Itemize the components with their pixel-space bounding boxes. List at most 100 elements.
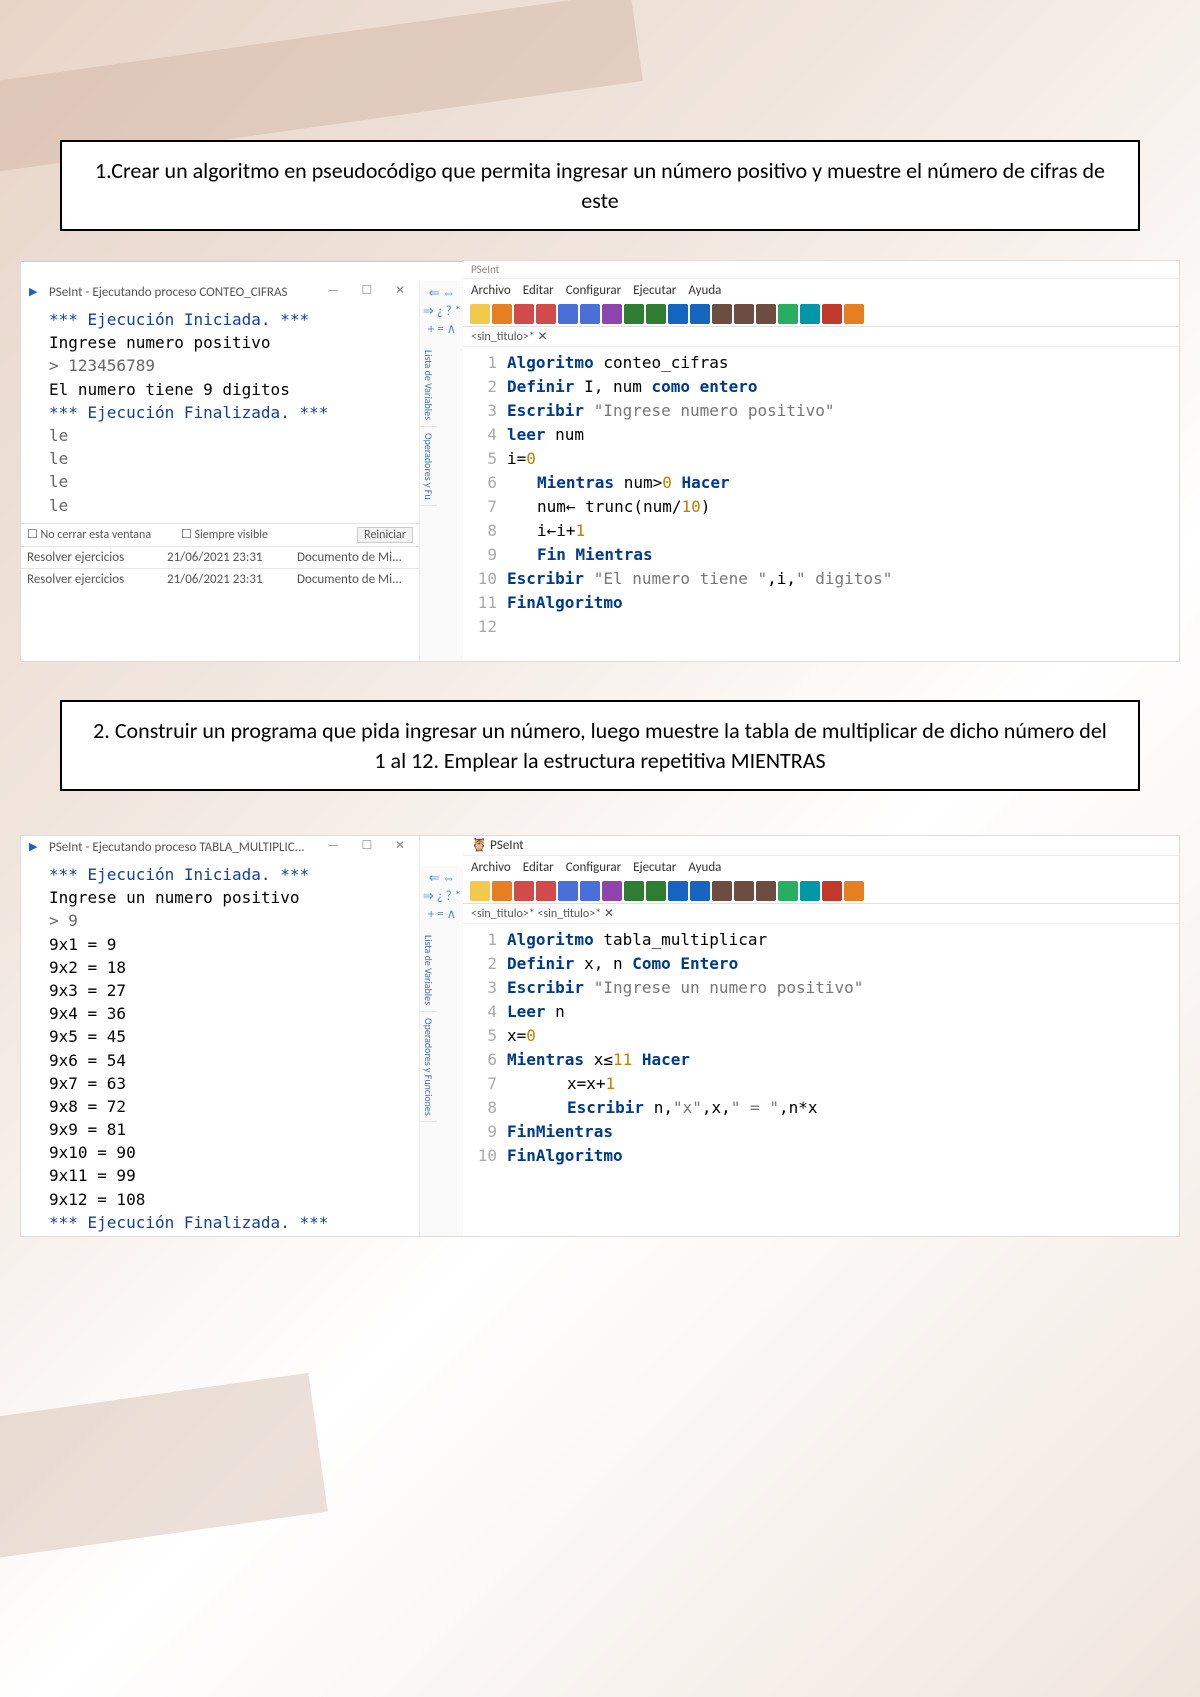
toolbar-icon[interactable] [602, 881, 622, 901]
menu-item-editar[interactable]: Editar [523, 860, 554, 875]
menu-item-ayuda[interactable]: Ayuda [688, 283, 721, 298]
toolbar-icon[interactable] [470, 881, 490, 901]
toolbar-icon[interactable] [778, 881, 798, 901]
code-line: 5i=0 [469, 447, 1179, 471]
toolbar-icon[interactable] [756, 881, 776, 901]
toolbar-icon[interactable] [800, 881, 820, 901]
console-line: Ingrese numero positivo [49, 331, 411, 354]
console-line: 9x12 = 108 [49, 1188, 411, 1211]
toolbar-icon[interactable] [646, 881, 666, 901]
toolbar-icon[interactable] [690, 304, 710, 324]
side-operator-icons[interactable]: ⇐ ⇔ ⇒ ¿ ? * + = ∧ [420, 866, 464, 929]
window-controls[interactable]: — ☐ ✕ [328, 838, 415, 853]
code-line: 1Algoritmo tabla_multiplicar [469, 928, 1179, 952]
toolbar-icon[interactable] [734, 304, 754, 324]
toolbar-icon[interactable] [470, 304, 490, 324]
code-line: 6Mientras num>0 Hacer [469, 471, 1179, 495]
no-cerrar-checkbox[interactable]: ☐ No cerrar esta ventana [27, 527, 167, 543]
toolbar-icon[interactable] [822, 881, 842, 901]
toolbar-icon[interactable] [756, 304, 776, 324]
editor-tab[interactable]: <sin_titulo>* <sin_titulo>* ✕ [463, 904, 1179, 924]
console-line: > 9 [49, 909, 411, 932]
toolbar-icon[interactable] [844, 304, 864, 324]
console-line: le [49, 424, 411, 447]
side-tab-variables[interactable]: Lista de Variables [420, 929, 437, 1012]
menu-item-configurar[interactable]: Configurar [566, 283, 621, 298]
file-row[interactable]: Resolver ejercicios21/06/2021 23:31Docum… [21, 568, 419, 590]
toolbar-icon[interactable] [844, 881, 864, 901]
menu-bar[interactable]: Archivo Editar Configurar Ejecutar Ayuda [463, 856, 1179, 879]
editor-tab[interactable]: <sin_titulo>* ✕ [463, 327, 1179, 347]
menu-item-ejecutar[interactable]: Ejecutar [633, 283, 676, 298]
toolbar-icon[interactable] [514, 304, 534, 324]
code-line: 8Escribir n,"x",x," = ",n*x [469, 1096, 1179, 1120]
toolbar[interactable] [463, 879, 1179, 904]
code-line: 4leer num [469, 423, 1179, 447]
toolbar-icon[interactable] [778, 304, 798, 324]
console-line: *** Ejecución Iniciada. *** [49, 863, 411, 886]
toolbar-icon[interactable] [668, 304, 688, 324]
menu-item-ejecutar[interactable]: Ejecutar [633, 860, 676, 875]
console-line: El numero tiene 9 digitos [49, 378, 411, 401]
code-editor[interactable]: 1Algoritmo tabla_multiplicar2Definir x, … [463, 924, 1179, 1172]
toolbar-icon[interactable] [734, 881, 754, 901]
console-line: *** Ejecución Finalizada. *** [49, 401, 411, 424]
menu-item-editar[interactable]: Editar [523, 283, 554, 298]
console-line: 9x8 = 72 [49, 1095, 411, 1118]
code-editor[interactable]: 1Algoritmo conteo_cifras2Definir I, num … [463, 347, 1179, 643]
console-line: *** Ejecución Finalizada. *** [49, 1211, 411, 1234]
question-2: 2. Construir un programa que pida ingres… [60, 700, 1140, 791]
menu-item-configurar[interactable]: Configurar [566, 860, 621, 875]
code-line: 2Definir x, n Como Entero [469, 952, 1179, 976]
menu-bar[interactable]: Archivo Editar Configurar Ejecutar Ayuda [463, 279, 1179, 302]
side-tab-operators[interactable]: Operadores y Funciones [420, 1012, 437, 1123]
side-tab-variables[interactable]: Lista de Variables [420, 344, 437, 427]
menu-item-archivo[interactable]: Archivo [471, 283, 511, 298]
toolbar-icon[interactable] [580, 304, 600, 324]
toolbar-icon[interactable] [800, 304, 820, 324]
menu-item-archivo[interactable]: Archivo [471, 860, 511, 875]
question-1: 1.Crear un algoritmo en pseudocódigo que… [60, 140, 1140, 231]
code-line: 10FinAlgoritmo [469, 1144, 1179, 1168]
console-line: 9x5 = 45 [49, 1025, 411, 1048]
toolbar-icon[interactable] [514, 881, 534, 901]
toolbar-icon[interactable] [492, 881, 512, 901]
toolbar-icon[interactable] [822, 304, 842, 324]
code-line: 10Escribir "El numero tiene ",i," digito… [469, 567, 1179, 591]
toolbar-icon[interactable] [602, 304, 622, 324]
code-line: 4Leer n [469, 1000, 1179, 1024]
code-line: 11FinAlgoritmo [469, 591, 1179, 615]
siempre-visible-checkbox[interactable]: ☐ Siempre visible [181, 527, 311, 543]
console-line: 9x6 = 54 [49, 1049, 411, 1072]
toolbar-icon[interactable] [536, 304, 556, 324]
code-line: 12 [469, 615, 1179, 639]
toolbar-icon[interactable] [712, 304, 732, 324]
file-row[interactable]: Resolver ejercicios21/06/2021 23:31Docum… [21, 546, 419, 568]
toolbar-icon[interactable] [646, 304, 666, 324]
menu-item-ayuda[interactable]: Ayuda [688, 860, 721, 875]
toolbar-icon[interactable] [558, 881, 578, 901]
code-line: 8i←i+1 [469, 519, 1179, 543]
toolbar-icon[interactable] [624, 881, 644, 901]
toolbar[interactable] [463, 302, 1179, 327]
toolbar-icon[interactable] [690, 881, 710, 901]
toolbar-icon[interactable] [558, 304, 578, 324]
toolbar-icon[interactable] [712, 881, 732, 901]
code-line: 5x=0 [469, 1024, 1179, 1048]
side-panel: ⇐ ⇔ ⇒ ¿ ? * + = ∧ Lista de Variables Ope… [419, 281, 465, 661]
console-title: PSeInt - Ejecutando proceso CONTEO_CIFRA… [21, 281, 419, 302]
window-controls[interactable]: — ☐ ✕ [328, 283, 415, 298]
toolbar-icon[interactable] [580, 881, 600, 901]
toolbar-icon[interactable] [668, 881, 688, 901]
toolbar-icon[interactable] [492, 304, 512, 324]
console-line: > 123456789 [49, 354, 411, 377]
side-operator-icons[interactable]: ⇐ ⇔ ⇒ ¿ ? * + = ∧ [420, 281, 464, 344]
console-line: *** Ejecución Iniciada. *** [49, 308, 411, 331]
toolbar-icon[interactable] [624, 304, 644, 324]
console-line: 9x7 = 63 [49, 1072, 411, 1095]
code-line: 3Escribir "Ingrese numero positivo" [469, 399, 1179, 423]
toolbar-icon[interactable] [536, 881, 556, 901]
reiniciar-button[interactable]: Reiniciar [357, 527, 413, 543]
side-tab-operators[interactable]: Operadores y Fu [420, 427, 437, 507]
console-output: *** Ejecución Iniciada. ***Ingrese numer… [21, 302, 419, 523]
